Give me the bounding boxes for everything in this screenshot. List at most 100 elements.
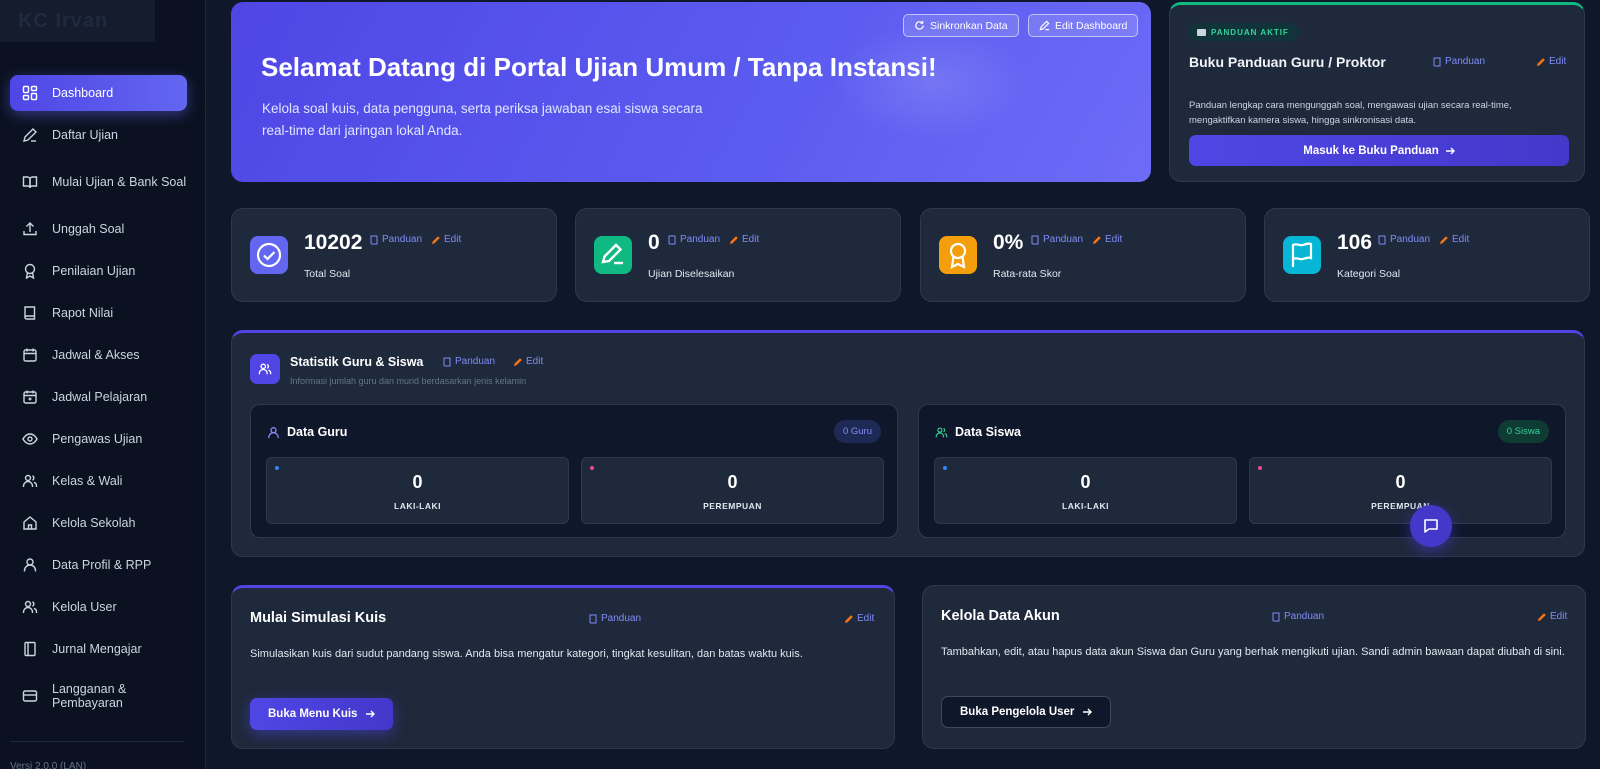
medal-icon xyxy=(939,236,977,274)
notebook-icon xyxy=(24,641,36,657)
stat-panduan-link[interactable]: Panduan xyxy=(369,234,422,245)
arrow-right-icon xyxy=(366,710,376,718)
panduan-label: Panduan xyxy=(455,356,496,367)
book-icon xyxy=(1272,612,1280,621)
simulasi-kuis-card: Mulai Simulasi Kuis Panduan Edit Simulas… xyxy=(231,585,895,749)
chat-button[interactable] xyxy=(1410,505,1452,547)
stat-edit-link[interactable]: Edit xyxy=(1439,234,1469,245)
data-siswa-title: Data Siswa xyxy=(955,425,1022,439)
statistik-subtitle: Informasi jumlah guru dan murid berdasar… xyxy=(290,376,527,386)
credit-card-icon xyxy=(22,690,38,702)
panduan-label: Panduan xyxy=(1390,234,1431,245)
sidebar-item-penilaian-ujian[interactable]: Penilaian Ujian xyxy=(10,253,187,289)
sidebar-divider xyxy=(10,741,185,742)
sidebar-item-jadwal-pelajaran[interactable]: Jadwal Pelajaran xyxy=(10,379,187,415)
guide-edit-link[interactable]: Edit xyxy=(1536,56,1566,67)
stat-edit-link[interactable]: Edit xyxy=(729,234,759,245)
sync-data-button[interactable]: Sinkronkan Data xyxy=(903,14,1019,37)
pencil-icon xyxy=(432,235,440,244)
sidebar-item-jurnal-mengajar[interactable]: Jurnal Mengajar xyxy=(10,631,187,667)
sidebar-item-label: Langganan & Pembayaran xyxy=(52,682,127,710)
panduan-label: Panduan xyxy=(601,613,642,624)
brand-logo: KC Irvan xyxy=(0,0,155,42)
edit-label: Edit xyxy=(444,234,462,245)
siswa-male-label: LAKI-LAKI xyxy=(1062,501,1109,511)
welcome-description: Kelola soal kuis, data pengguna, serta p… xyxy=(262,101,703,138)
statistik-title: Statistik Guru & Siswa xyxy=(290,355,424,369)
sidebar-item-label: Kelola User xyxy=(52,600,117,614)
home-icon xyxy=(23,516,37,530)
chat-icon xyxy=(1424,519,1438,533)
siswa-female-label: PEREMPUAN xyxy=(1371,501,1430,511)
stat-panduan-link[interactable]: Panduan xyxy=(1030,234,1083,245)
siswa-male-cell: 0 LAKI-LAKI xyxy=(934,457,1237,524)
users-icon xyxy=(22,474,38,487)
refresh-icon xyxy=(915,20,924,30)
akun-panduan-link[interactable]: Panduan xyxy=(1271,611,1324,622)
kelola-akun-card: Kelola Data Akun Panduan Edit Tambahkan,… xyxy=(922,585,1586,749)
arrow-right-icon xyxy=(1083,708,1093,716)
edit-dashboard-label: Edit Dashboard xyxy=(1055,19,1128,32)
sidebar-item-data-profil[interactable]: Data Profil & RPP xyxy=(10,547,187,583)
edit-label: Edit xyxy=(742,234,760,245)
akun-edit-link[interactable]: Edit xyxy=(1537,611,1567,622)
guru-count-badge: 0 Guru xyxy=(833,420,881,443)
panduan-label: Panduan xyxy=(382,234,423,245)
guide-card: PANDUAN AKTIF Buku Panduan Guru / Prokto… xyxy=(1169,2,1585,182)
simulasi-description: Simulasikan kuis dari sudut pandang sisw… xyxy=(250,648,803,660)
stat-label: Ujian Diselesaikan xyxy=(648,268,735,280)
sidebar-item-jadwal-akses[interactable]: Jadwal & Akses xyxy=(10,337,187,373)
sidebar-item-label: Daftar Ujian xyxy=(52,128,118,142)
statistik-panduan-link[interactable]: Panduan xyxy=(442,356,495,367)
award-icon xyxy=(24,263,36,279)
pencil-icon xyxy=(1440,235,1448,244)
book-icon xyxy=(1197,28,1206,36)
sync-data-label: Sinkronkan Data xyxy=(930,19,1008,32)
edit-label: Edit xyxy=(1105,234,1123,245)
sidebar-item-label: Kelola Sekolah xyxy=(52,516,136,530)
eye-icon xyxy=(22,433,38,445)
sidebar-item-daftar-ujian[interactable]: Daftar Ujian xyxy=(10,117,187,153)
open-quiz-menu-label: Buka Menu Kuis xyxy=(268,708,358,720)
stat-panduan-link[interactable]: Panduan xyxy=(1377,234,1430,245)
akun-title: Kelola Data Akun xyxy=(941,608,1060,624)
stat-card-kategori-soal: 106 Panduan Edit Kategori Soal xyxy=(1264,208,1590,302)
badge-label: PANDUAN AKTIF xyxy=(1211,27,1289,37)
guru-female-label: PEREMPUAN xyxy=(703,501,762,511)
stat-panduan-link[interactable]: Panduan xyxy=(667,234,720,245)
sidebar: KC Irvan Dashboard Daftar Ujian Mulai Uj… xyxy=(0,0,206,769)
stat-label: Kategori Soal xyxy=(1337,268,1401,280)
sidebar-item-dashboard[interactable]: Dashboard xyxy=(10,75,187,111)
sidebar-item-kelas-wali[interactable]: Kelas & Wali xyxy=(10,463,187,499)
sidebar-item-label: Unggah Soal xyxy=(52,222,125,236)
edit-dashboard-button[interactable]: Edit Dashboard xyxy=(1028,14,1139,37)
simulasi-edit-link[interactable]: Edit xyxy=(844,613,874,624)
panduan-label: Panduan xyxy=(680,234,721,245)
sidebar-item-kelola-user[interactable]: Kelola User xyxy=(10,589,187,625)
open-guide-button[interactable]: Masuk ke Buku Panduan xyxy=(1189,135,1569,166)
stat-card-total-soal: 10202 Panduan Edit Total Soal xyxy=(231,208,557,302)
sidebar-item-unggah-soal[interactable]: Unggah Soal xyxy=(10,211,187,247)
siswa-female-cell: 0 PEREMPUAN xyxy=(1249,457,1552,524)
guide-panduan-link[interactable]: Panduan xyxy=(1432,56,1485,67)
sidebar-item-label: Data Profil & RPP xyxy=(52,558,152,572)
flag-icon xyxy=(1283,236,1321,274)
open-user-manager-button[interactable]: Buka Pengelola User xyxy=(941,696,1112,728)
pencil-icon xyxy=(1039,20,1050,31)
pencil-icon xyxy=(23,128,37,142)
edit-label: Edit xyxy=(1452,234,1470,245)
simulasi-panduan-link[interactable]: Panduan xyxy=(588,613,641,624)
pink-dot xyxy=(590,466,594,470)
sidebar-item-mulai-ujian[interactable]: Mulai Ujian & Bank Soal xyxy=(10,159,187,205)
guru-female-cell: 0 PEREMPUAN xyxy=(581,457,884,524)
stat-edit-link[interactable]: Edit xyxy=(1092,234,1122,245)
sidebar-item-kelola-sekolah[interactable]: Kelola Sekolah xyxy=(10,505,187,541)
stat-edit-link[interactable]: Edit xyxy=(431,234,461,245)
sidebar-item-pengawas-ujian[interactable]: Pengawas Ujian xyxy=(10,421,187,457)
sidebar-item-langganan[interactable]: Langganan & Pembayaran xyxy=(10,673,187,719)
sidebar-item-rapot-nilai[interactable]: Rapot Nilai xyxy=(10,295,187,331)
open-quiz-menu-button[interactable]: Buka Menu Kuis xyxy=(250,698,394,730)
statistik-edit-link[interactable]: Edit xyxy=(513,356,543,367)
data-guru-box: Data Guru 0 Guru 0 LAKI-LAKI 0 PEREMPUAN xyxy=(250,404,898,538)
panduan-label: Panduan xyxy=(1043,234,1084,245)
